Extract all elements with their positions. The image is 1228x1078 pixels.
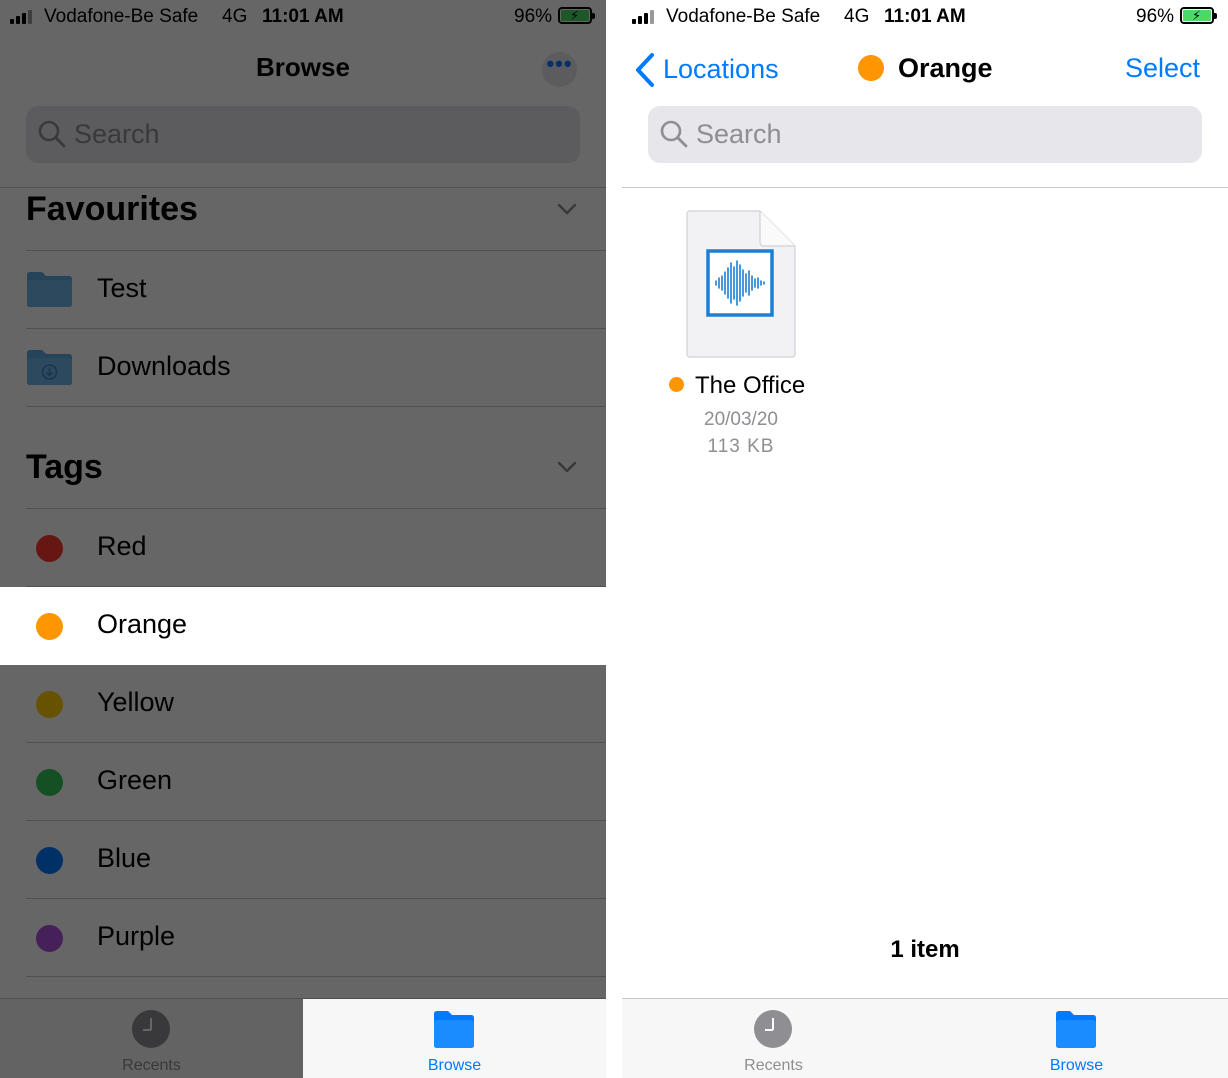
- folder-icon: [1056, 1011, 1096, 1048]
- red-tag-dot-icon: [36, 535, 63, 562]
- tab-browse[interactable]: Browse: [303, 999, 606, 1078]
- chevron-left-icon: [636, 53, 654, 87]
- favourite-label: Test: [97, 273, 147, 303]
- audio-waveform-icon: [686, 210, 796, 358]
- folder-icon: [434, 1011, 474, 1048]
- network-type: 4G: [844, 6, 870, 27]
- browse-screen: Vodafone-Be Safe 4G 11:01 AM 96% ⚡ Brows…: [0, 0, 606, 1078]
- more-options-button[interactable]: •••: [542, 52, 577, 87]
- carrier-name: Vodafone-Be Safe: [666, 6, 821, 27]
- tag-label: Orange: [97, 609, 188, 639]
- tag-label: Red: [97, 531, 147, 561]
- tab-recents[interactable]: Recents: [0, 999, 303, 1078]
- battery-percent: 96%: [1136, 6, 1175, 27]
- cellular-signal-icon: [632, 8, 660, 24]
- tag-label: Yellow: [97, 687, 175, 717]
- clock: 11:01 AM: [884, 6, 966, 27]
- tags-heading: Tags: [26, 448, 103, 486]
- search-input[interactable]: [74, 114, 518, 154]
- tag-label: Purple: [97, 921, 176, 951]
- file-size: 113 KB: [707, 436, 775, 457]
- yellow-tag-dot-icon: [36, 691, 63, 718]
- clock: 11:01 AM: [262, 6, 344, 27]
- favourite-item-test[interactable]: Test: [0, 251, 606, 329]
- tab-label: Browse: [1049, 1057, 1104, 1074]
- back-label: Locations: [663, 54, 779, 84]
- search-input[interactable]: [696, 114, 1140, 154]
- favourite-label: Downloads: [97, 351, 231, 381]
- cellular-signal-icon: [10, 8, 38, 24]
- clock-icon: [754, 1010, 792, 1048]
- battery-charging-icon: ⚡: [558, 7, 595, 24]
- tab-bar: Recents Browse: [622, 998, 1228, 1078]
- tag-item-blue[interactable]: Blue: [0, 821, 606, 899]
- search-bar[interactable]: [26, 106, 580, 163]
- search-icon: [660, 120, 688, 148]
- folder-icon: [27, 272, 72, 307]
- orange-tag-dot-icon: [669, 377, 684, 392]
- tab-label: Browse: [427, 1057, 482, 1074]
- item-count: 1 item: [890, 936, 960, 963]
- tab-label: Recents: [744, 1057, 803, 1074]
- purple-tag-dot-icon: [36, 925, 63, 952]
- tab-browse[interactable]: Browse: [925, 999, 1228, 1078]
- tag-item-red[interactable]: Red: [0, 509, 606, 587]
- tab-recents[interactable]: Recents: [622, 999, 925, 1078]
- nav-title: Browse: [256, 52, 350, 82]
- file-name: The Office: [695, 372, 806, 399]
- chevron-down-icon[interactable]: [556, 198, 578, 220]
- header-divider: [622, 187, 1228, 188]
- orange-tag-dot-icon: [858, 55, 884, 81]
- status-bar: Vodafone-Be Safe 4G 11:01 AM 96% ⚡: [622, 0, 1228, 34]
- file-date: 20/03/20: [704, 409, 778, 430]
- search-icon: [38, 120, 66, 148]
- favourite-item-downloads[interactable]: Downloads: [0, 329, 606, 407]
- orange-tag-dot-icon: [36, 613, 63, 640]
- tag-item-orange[interactable]: Orange: [0, 587, 606, 665]
- search-bar[interactable]: [648, 106, 1202, 163]
- battery-percent: 96%: [514, 6, 553, 27]
- chevron-down-icon[interactable]: [556, 456, 578, 478]
- network-type: 4G: [222, 6, 248, 27]
- page-title: Orange: [898, 53, 993, 83]
- status-bar: Vodafone-Be Safe 4G 11:01 AM 96% ⚡: [0, 0, 606, 34]
- tag-item-purple[interactable]: Purple: [0, 899, 606, 977]
- orange-tag-screen: Vodafone-Be Safe 4G 11:01 AM 96% ⚡ Locat…: [622, 0, 1228, 1078]
- tag-label: Blue: [97, 843, 152, 873]
- tab-bar: Recents Browse: [0, 998, 606, 1078]
- favourites-heading: Favourites: [26, 190, 198, 228]
- blue-tag-dot-icon: [36, 847, 63, 874]
- carrier-name: Vodafone-Be Safe: [44, 6, 199, 27]
- header-divider: [0, 187, 606, 188]
- tag-label: Green: [97, 765, 173, 795]
- green-tag-dot-icon: [36, 769, 63, 796]
- battery-charging-icon: ⚡: [1180, 7, 1217, 24]
- clock-icon: [132, 1010, 170, 1048]
- downloads-folder-icon: [27, 350, 72, 385]
- tab-label: Recents: [122, 1057, 181, 1074]
- tag-item-yellow[interactable]: Yellow: [0, 665, 606, 743]
- select-button[interactable]: Select: [1125, 53, 1200, 84]
- tag-item-green[interactable]: Green: [0, 743, 606, 821]
